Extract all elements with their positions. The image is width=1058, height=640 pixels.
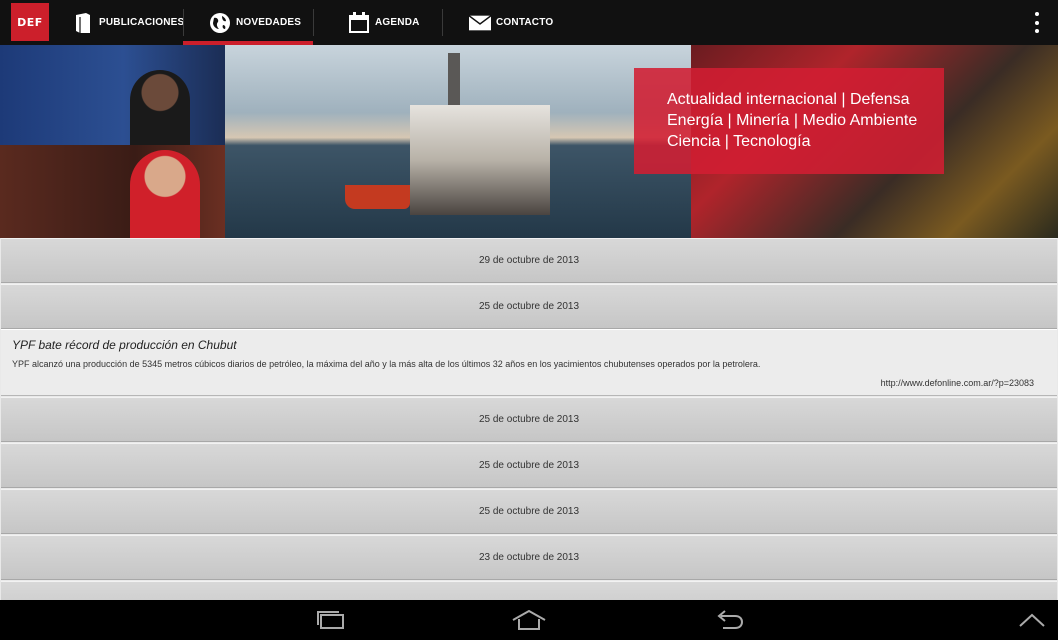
date-label: 25 de octubre de 2013 xyxy=(478,506,580,517)
tagline-line: Energía | Minería | Medio Ambiente xyxy=(667,112,918,129)
banner-boat xyxy=(345,185,410,209)
date-label: 25 de octubre de 2013 xyxy=(478,414,580,425)
article-link[interactable]: http://www.defonline.com.ar/?p=23083 xyxy=(881,378,1034,388)
envelope-icon xyxy=(469,12,491,34)
book-icon xyxy=(72,12,94,34)
banner-photo-politician xyxy=(0,45,225,145)
action-bar: DEF PUBLICACIONES NOVEDADES AGENDA CONTA… xyxy=(0,0,1058,45)
chevron-up-icon[interactable] xyxy=(1012,608,1052,632)
expanded-article[interactable]: YPF bate récord de producción en Chubut … xyxy=(1,329,1057,396)
list-item-date[interactable]: 25 de octubre de 2013 xyxy=(1,489,1057,534)
list-item-date[interactable]: 25 de octubre de 2013 xyxy=(1,284,1057,329)
app-logo[interactable]: DEF xyxy=(11,3,49,41)
list-item-date[interactable]: 25 de octubre de 2013 xyxy=(1,443,1057,488)
globe-icon xyxy=(209,12,231,34)
header-banner: Actualidad internacional | Defensa Energ… xyxy=(0,45,1058,238)
date-label: 25 de octubre de 2013 xyxy=(478,301,580,312)
system-nav-bar xyxy=(0,600,1058,640)
tab-divider xyxy=(442,9,443,36)
calendar-icon xyxy=(348,11,370,34)
tagline-line: Actualidad internacional | Defensa xyxy=(667,91,910,108)
banner-photo-figure xyxy=(130,70,190,145)
article-title: YPF bate récord de producción en Chubut xyxy=(12,338,237,352)
list-item-date-partial[interactable] xyxy=(1,581,1057,600)
banner-rig xyxy=(410,105,550,215)
date-label: 29 de octubre de 2013 xyxy=(478,255,580,266)
list-item-date[interactable]: 23 de octubre de 2013 xyxy=(1,535,1057,580)
news-list: 29 de octubre de 2013 25 de octubre de 2… xyxy=(0,238,1058,600)
list-item-date[interactable]: 29 de octubre de 2013 xyxy=(1,238,1057,283)
date-label: 25 de octubre de 2013 xyxy=(478,460,580,471)
tab-label: CONTACTO xyxy=(496,17,554,28)
banner-tagline: Actualidad internacional | Defensa Energ… xyxy=(634,68,944,174)
back-icon[interactable] xyxy=(709,608,749,632)
tagline-line: Ciencia | Tecnología xyxy=(667,133,811,150)
tab-label: NOVEDADES xyxy=(236,17,302,28)
banner-rig-tower xyxy=(448,53,460,113)
tab-label: AGENDA xyxy=(375,17,420,28)
banner-photo-figure xyxy=(130,150,200,238)
tab-agenda[interactable]: AGENDA xyxy=(348,0,420,45)
overflow-menu-icon[interactable] xyxy=(1034,12,1040,33)
tab-publicaciones[interactable]: PUBLICACIONES xyxy=(72,0,184,45)
list-item-date[interactable]: 25 de octubre de 2013 xyxy=(1,397,1057,442)
tab-label: PUBLICACIONES xyxy=(99,17,185,28)
article-body: YPF alcanzó una producción de 5345 metro… xyxy=(12,359,761,369)
tab-contacto[interactable]: CONTACTO xyxy=(469,0,553,45)
home-icon[interactable] xyxy=(509,608,549,632)
tab-novedades[interactable]: NOVEDADES xyxy=(183,0,313,45)
tab-divider xyxy=(313,9,314,36)
date-label: 23 de octubre de 2013 xyxy=(478,552,580,563)
recent-apps-icon[interactable] xyxy=(311,608,351,632)
